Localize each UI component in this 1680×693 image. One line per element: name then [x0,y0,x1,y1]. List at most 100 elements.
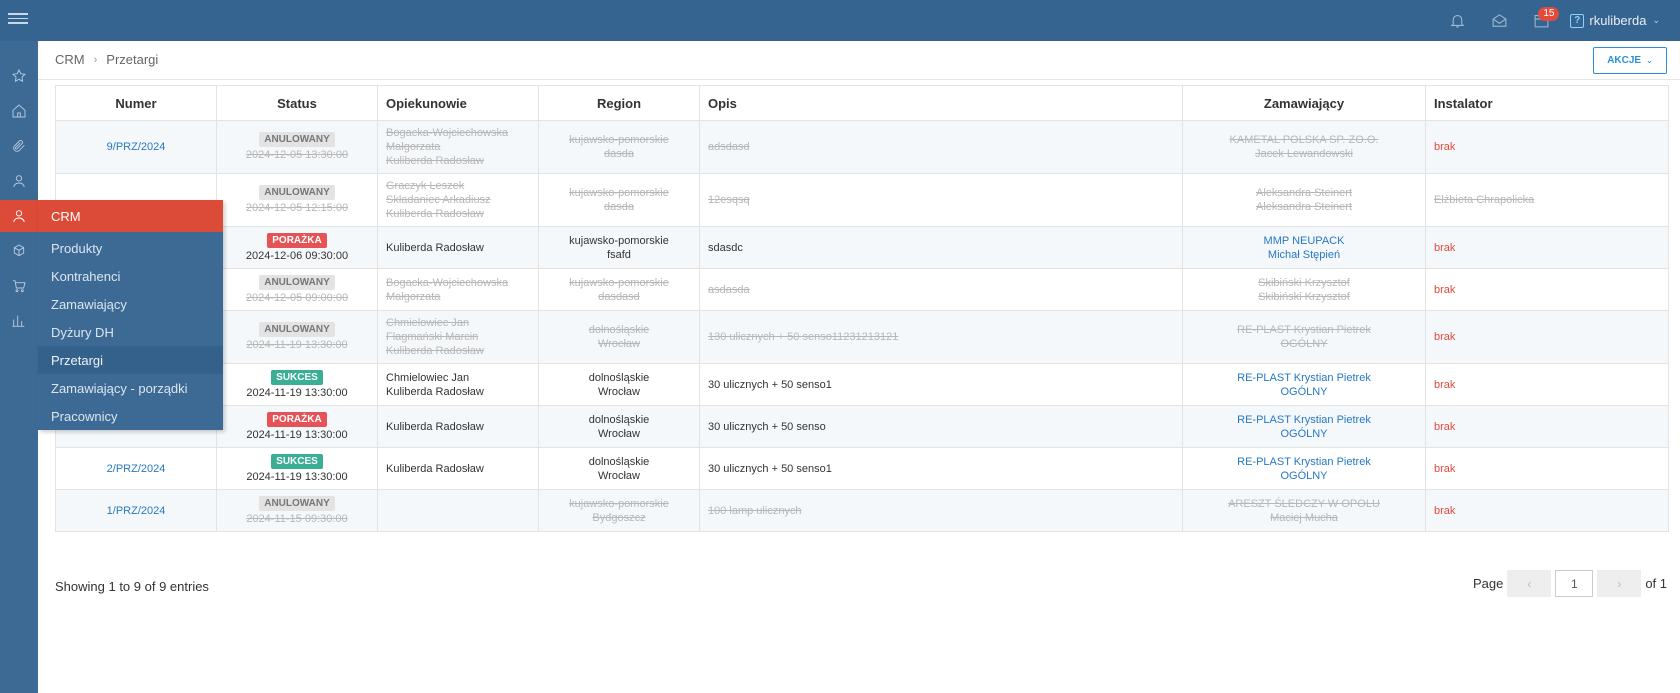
status-date: 2024-12-06 09:30:00 [245,249,349,262]
client-line[interactable]: OGÓLNY [1183,469,1425,483]
description: 30 ulicznych + 50 senso1 [708,378,832,391]
region-line: Wrocław [598,469,640,482]
client-line[interactable]: OGÓLNY [1183,385,1425,399]
cell-region: kujawsko-pomorskie dasda [538,173,700,227]
column-header[interactable]: Opis [699,85,1183,121]
breadcrumb: CRM › Przetargi [55,52,158,67]
client-line[interactable]: OGÓLNY [1183,427,1425,441]
submenu-item-pracownicy[interactable]: Pracownicy [38,402,223,430]
cell-zamawiajacy: RE-PLAST Krystian Pietrek OGÓLNY [1182,405,1426,448]
submenu-title[interactable]: CRM [38,200,223,232]
installer: brak [1434,283,1456,296]
cubes-icon[interactable] [0,235,38,267]
cell-opis: adsdasd [699,120,1183,174]
bell-icon[interactable] [1436,0,1478,41]
submenu-item-zamawiajacy-porzadki[interactable]: Zamawiający - porządki [38,374,223,402]
table-row: ANULOWANY 2024-11-19 13:30:00 Chmielowiec … [55,310,1669,364]
column-header[interactable]: Status [216,85,378,121]
description: 130 ulicznych + 50 senso11231213121 [708,331,899,343]
cell-opis: 30 ulicznych + 50 senso1 [699,363,1183,406]
cell-zamawiajacy: RE-PLAST Krystian Pietrek OGÓLNY [1182,363,1426,406]
table-row: ANULOWANY 2024-12-05 12:15:00 Graczyk Lesz… [55,173,1669,227]
cell-zamawiajacy: Skibiński Krzysztof Skibiński Krzysztof [1182,268,1426,311]
column-header[interactable]: Zamawiający [1182,85,1426,121]
region-line: Wrocław [598,338,640,350]
status-date: 2024-12-05 09:00:00 [245,291,349,304]
paperclip-icon[interactable] [0,130,38,162]
cell-status: ANULOWANY 2024-11-19 13:30:00 [216,310,378,364]
client-line: Aleksandra Steinert [1256,187,1352,199]
user-menu[interactable]: ? rkuliberda ⌄ [1562,0,1680,41]
tender-number-link[interactable]: 9/PRZ/2024 [107,141,166,153]
region-line: dolnośląskie [588,413,650,426]
column-header[interactable]: Instalator [1425,85,1669,121]
region-line: kujawsko-pomorskie [569,234,669,247]
page-input[interactable]: 1 [1555,570,1594,597]
caretaker-name: Flagmański Marcin [386,331,479,343]
cell-region: dolnośląskie Wrocław [538,363,700,406]
crm-icon[interactable] [0,200,38,232]
client-line[interactable]: RE-PLAST Krystian Pietrek [1183,371,1425,385]
status-badge: PORAŻKA [267,232,327,248]
cell-instalator: brak [1425,120,1669,174]
submenu-item-przetargi[interactable]: Przetargi [38,346,223,374]
table-row: ANULOWANY 2024-12-05 09:00:00 Bogacka-Wojc… [55,268,1669,311]
chevron-down-icon: ⌄ [1646,56,1653,65]
cell-numer: 2/PRZ/2024 [55,447,217,490]
status-badge: ANULOWANY [259,495,335,511]
cell-instalator: brak [1425,363,1669,406]
chart-icon[interactable] [0,305,38,337]
breadcrumb-root[interactable]: CRM [55,52,85,67]
client-line[interactable]: RE-PLAST Krystian Pietrek [1183,455,1425,469]
region-line: Bydgoszcz [592,511,646,524]
tender-number-link[interactable]: 1/PRZ/2024 [107,505,166,517]
top-bar: 15 ? rkuliberda ⌄ [0,0,1680,41]
column-header[interactable]: Numer [55,85,217,121]
tender-number-link[interactable]: 2/PRZ/2024 [107,463,166,475]
cell-status: ANULOWANY 2024-12-05 12:15:00 [216,173,378,227]
calendar-icon[interactable]: 15 [1520,0,1562,41]
client-line[interactable]: MMP NEUPACK [1183,234,1425,248]
cart-icon[interactable] [0,270,38,302]
chevron-right-icon: › [93,53,98,66]
prev-page-button[interactable]: ‹ [1507,570,1552,597]
cell-status: SUKCES 2024-11-19 13:30:00 [216,447,378,490]
cell-instalator: brak [1425,310,1669,364]
column-header[interactable]: Opiekunowie [377,85,539,121]
cell-opis: 30 ulicznych + 50 senso1 [699,447,1183,490]
caretaker-name: Składaniec Arkadiusz [386,194,491,206]
cell-status: SUKCES 2024-11-19 13:30:00 [216,363,378,406]
actions-button[interactable]: AKCJE ⌄ [1593,47,1667,74]
cell-zamawiajacy: RE-PLAST Krystian Pietrek OGÓLNY [1182,310,1426,364]
caretaker-name: Bogacka-Wojciechowska [386,276,509,289]
breadcrumb-current: Przetargi [106,52,159,67]
submenu-item-produkty[interactable]: Produkty [38,234,223,262]
client-line: ARESZT ŚLEDCZY W OPOLU [1228,497,1380,510]
submenu-item-zamawiajacy[interactable]: Zamawiający [38,290,223,318]
cell-status: ANULOWANY 2024-11-15 09:30:00 [216,489,378,532]
home-icon[interactable] [0,95,38,127]
status-badge: ANULOWANY [259,185,335,200]
client-line[interactable]: Michał Stępień [1183,248,1425,262]
cell-region: dolnośląskie Wrocław [538,447,700,490]
status-date: 2024-11-19 13:30:00 [246,470,348,483]
mail-icon[interactable] [1478,0,1520,41]
favorites-icon[interactable] [0,60,38,92]
caretaker-name: Kuliberda Radosław [386,462,484,475]
caretaker-name: Kuliberda Radosław [386,155,484,167]
cell-opis: 30 ulicznych + 50 senso [699,405,1183,448]
submenu-item-dyzury[interactable]: Dyżury DH [38,318,223,346]
divider [38,79,1680,80]
cell-instalator: brak [1425,447,1669,490]
client-line[interactable]: RE-PLAST Krystian Pietrek [1183,413,1425,427]
cell-region: kujawsko-pomorskie Bydgoszcz [538,489,700,532]
submenu-item-kontrahenci[interactable]: Kontrahenci [38,262,223,290]
column-header[interactable]: Region [538,85,700,121]
cell-region: dolnośląskie Wrocław [538,405,700,448]
description: asdasda [708,283,750,296]
next-page-button[interactable]: › [1597,570,1642,597]
user-icon[interactable] [0,165,38,197]
region-line: kujawsko-pomorskie [569,134,669,146]
menu-toggle-icon[interactable] [8,10,28,30]
status-date: 2024-11-15 09:30:00 [246,512,348,525]
